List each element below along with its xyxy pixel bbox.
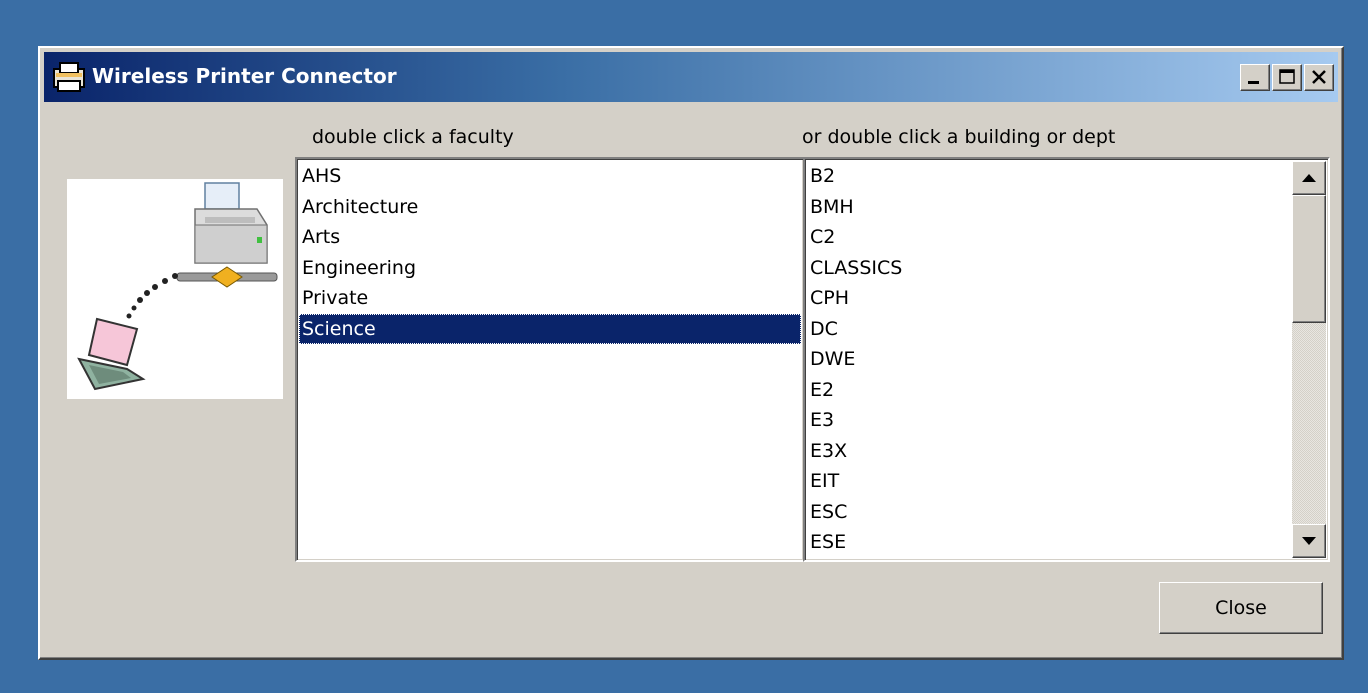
list-item[interactable]: C2 xyxy=(807,222,1292,253)
scroll-down-button[interactable] xyxy=(1292,524,1326,558)
minimize-button[interactable] xyxy=(1240,64,1270,91)
list-item[interactable]: Engineering xyxy=(299,253,801,284)
list-item[interactable]: E3 xyxy=(807,405,1292,436)
faculty-listbox[interactable]: AHS Architecture Arts Engineering Private Sci… xyxy=(295,157,805,562)
list-item[interactable]: ESE xyxy=(807,527,1292,558)
building-list-items: B2 BMH C2 CLASSICS CPH DC DWE E2 E3 E3X EIT ESC ESE xyxy=(807,161,1292,558)
scroll-up-arrow-icon xyxy=(1302,174,1316,182)
scrollbar-thumb[interactable] xyxy=(1292,195,1326,323)
scroll-down-arrow-icon xyxy=(1302,537,1316,545)
faculty-instruction-label: double click a faculty xyxy=(312,126,514,148)
list-item[interactable]: EIT xyxy=(807,466,1292,497)
list-item[interactable]: AHS xyxy=(299,161,801,192)
wireless-printer-laptop-illustration xyxy=(67,179,283,399)
desktop: Wireless Printer Connector double click … xyxy=(0,0,1368,693)
list-item[interactable]: DC xyxy=(807,314,1292,345)
close-button[interactable]: Close xyxy=(1159,582,1323,634)
close-window-button[interactable] xyxy=(1304,64,1334,91)
list-item[interactable]: DWE xyxy=(807,344,1292,375)
list-item[interactable]: Arts xyxy=(299,222,801,253)
close-icon xyxy=(1312,70,1326,84)
building-listbox[interactable]: B2 BMH C2 CLASSICS CPH DC DWE E2 E3 E3X EIT ESC ESE xyxy=(803,157,1330,562)
list-item[interactable]: ESC xyxy=(807,497,1292,528)
maximize-button[interactable] xyxy=(1272,64,1302,91)
list-item[interactable]: B2 xyxy=(807,161,1292,192)
scroll-up-button[interactable] xyxy=(1292,161,1326,195)
title-bar[interactable]: Wireless Printer Connector xyxy=(44,52,1338,102)
building-instruction-label: or double click a building or dept xyxy=(802,126,1116,148)
list-item[interactable]: E2 xyxy=(807,375,1292,406)
list-item[interactable]: E3X xyxy=(807,436,1292,467)
list-item[interactable]: Private xyxy=(299,283,801,314)
vertical-scrollbar[interactable] xyxy=(1292,161,1326,558)
list-item[interactable]: BMH xyxy=(807,192,1292,223)
minimize-icon xyxy=(1248,81,1259,84)
dialog-window: Wireless Printer Connector double click … xyxy=(38,46,1344,660)
maximize-icon xyxy=(1279,69,1295,84)
window-title: Wireless Printer Connector xyxy=(92,64,397,88)
list-item[interactable]: CLASSICS xyxy=(807,253,1292,284)
faculty-list-items: AHS Architecture Arts Engineering Private Sci… xyxy=(299,161,801,344)
list-item[interactable]: CPH xyxy=(807,283,1292,314)
list-item[interactable]: Architecture xyxy=(299,192,801,223)
list-item[interactable]: Science xyxy=(299,313,801,344)
printer-app-icon xyxy=(52,61,86,93)
